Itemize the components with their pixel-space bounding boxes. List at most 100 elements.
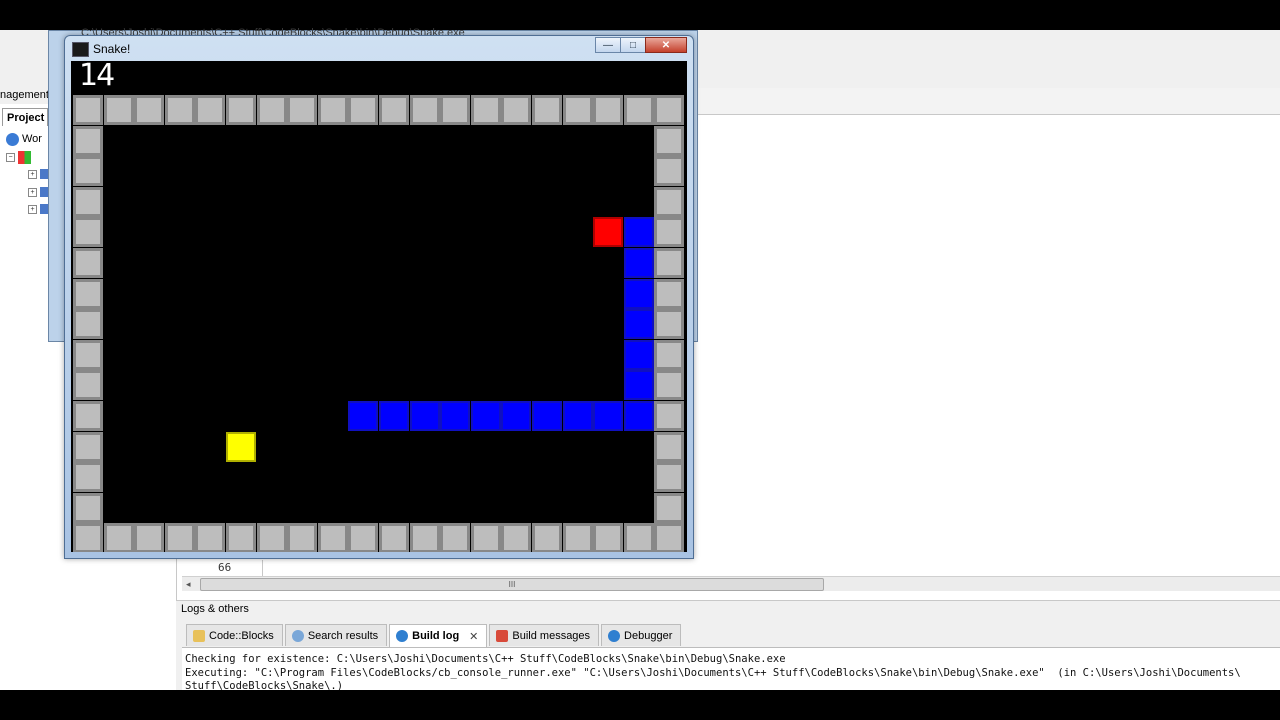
tree-project[interactable]: − xyxy=(6,149,31,165)
expand-icon[interactable]: + xyxy=(28,169,37,179)
snake-segment xyxy=(623,339,654,370)
close-button[interactable]: ✕ xyxy=(645,37,687,53)
window-controls: — □ ✕ xyxy=(595,37,687,53)
wall-block xyxy=(73,156,103,187)
build-log-output[interactable]: Checking for existence: C:\Users\Joshi\D… xyxy=(182,647,1280,690)
wall-block xyxy=(654,248,685,278)
score-display: 14 xyxy=(79,61,115,93)
snake-segment xyxy=(593,401,624,431)
wall-block xyxy=(73,523,103,552)
folder-icon xyxy=(40,204,48,215)
snake-segment xyxy=(440,401,471,431)
tab-label: Code::Blocks xyxy=(209,629,274,642)
log-line: Checking for existence: C:\Users\Joshi\D… xyxy=(185,653,786,665)
wall-block xyxy=(470,523,501,552)
wall-block xyxy=(195,523,226,552)
snake-segment xyxy=(409,401,440,431)
scroll-left-icon[interactable]: ◂ xyxy=(186,577,191,591)
tree-workspace[interactable]: Wor xyxy=(6,131,42,147)
scrollbar-thumb[interactable]: III xyxy=(200,578,824,591)
snake-segment xyxy=(348,401,379,431)
wall-block xyxy=(287,95,318,125)
wall-block xyxy=(654,156,685,187)
wall-block xyxy=(562,95,593,125)
apple-red xyxy=(593,217,624,248)
wall-block xyxy=(73,125,103,156)
close-icon[interactable]: ✕ xyxy=(469,630,478,643)
folder-icon xyxy=(40,187,48,198)
management-tab[interactable]: nagement xyxy=(0,86,50,104)
tab-label: Debugger xyxy=(624,629,673,642)
wall-block xyxy=(654,370,685,401)
wall-block xyxy=(654,125,685,156)
wall-block xyxy=(623,95,654,125)
wall-block xyxy=(532,523,562,552)
minimize-button[interactable]: — xyxy=(595,37,621,53)
tree-folder-sources[interactable]: + xyxy=(28,166,48,182)
search-icon xyxy=(291,629,304,642)
game-board[interactable]: 14 xyxy=(71,61,687,552)
tree-folder-headers[interactable]: + xyxy=(28,184,48,200)
editor-tab-strip xyxy=(690,88,1280,115)
log-line: Stuff\CodeBlocks\Snake\.) xyxy=(185,680,344,690)
wall-block xyxy=(73,431,103,462)
wall-block xyxy=(654,278,685,309)
wall-block xyxy=(654,186,685,217)
snake-segment xyxy=(623,248,654,278)
letterbox-bottom xyxy=(0,690,1280,720)
wall-block xyxy=(103,523,134,552)
wall-block xyxy=(256,95,287,125)
wall-block xyxy=(593,95,624,125)
horizontal-scrollbar[interactable]: ◂ III xyxy=(182,576,1280,591)
wall-block xyxy=(73,186,103,217)
collapse-icon[interactable]: − xyxy=(6,152,15,162)
wall-block xyxy=(623,523,654,552)
wall-block xyxy=(134,523,165,552)
log-line: Executing: "C:\Program Files\CodeBlocks/… xyxy=(185,666,1241,679)
wall-block xyxy=(73,462,103,493)
tab-build-log[interactable]: Build log ✕ xyxy=(389,624,488,647)
wall-block xyxy=(654,431,685,462)
wall-block xyxy=(226,95,256,125)
wall-block xyxy=(409,95,440,125)
wall-block xyxy=(654,492,685,523)
tab-search-results[interactable]: Search results xyxy=(284,624,388,646)
tree-folder-resources[interactable]: + xyxy=(28,201,48,217)
wall-block xyxy=(654,401,685,431)
snake-segment xyxy=(501,401,532,431)
wall-block xyxy=(134,95,165,125)
wall-block xyxy=(164,95,195,125)
wall-block xyxy=(195,95,226,125)
tab-debugger[interactable]: Debugger xyxy=(601,624,682,646)
app-icon xyxy=(72,42,89,57)
window-title: Snake! xyxy=(93,42,131,56)
tab-build-messages[interactable]: Build messages xyxy=(489,624,600,646)
wall-block xyxy=(654,523,685,552)
logs-panel-title: Logs & others xyxy=(181,603,249,615)
snake-segment xyxy=(623,278,654,309)
expand-icon[interactable]: + xyxy=(28,187,37,197)
wall-block xyxy=(654,309,685,340)
snake-window[interactable]: Snake! — □ ✕ 14 xyxy=(64,35,694,559)
tab-label: Search results xyxy=(307,629,379,642)
expand-icon[interactable]: + xyxy=(28,204,37,214)
wall-block xyxy=(73,217,103,248)
gear-icon xyxy=(396,630,409,642)
snake-segment xyxy=(562,401,593,431)
food-yellow xyxy=(226,431,256,462)
snake-segment xyxy=(623,370,654,401)
wall-block xyxy=(440,523,471,552)
wall-block xyxy=(287,523,318,552)
wall-block xyxy=(348,523,379,552)
wall-block xyxy=(501,95,532,125)
tab-codeblocks[interactable]: Code::Blocks xyxy=(186,624,283,646)
wall-block xyxy=(73,401,103,431)
tab-projects[interactable]: Project xyxy=(2,108,48,126)
wall-block xyxy=(654,462,685,493)
wall-block xyxy=(73,370,103,401)
maximize-button[interactable]: □ xyxy=(620,37,646,53)
wall-block xyxy=(317,95,348,125)
workspace-icon xyxy=(6,132,19,146)
line-number: 66 xyxy=(182,560,263,576)
wall-block xyxy=(256,523,287,552)
